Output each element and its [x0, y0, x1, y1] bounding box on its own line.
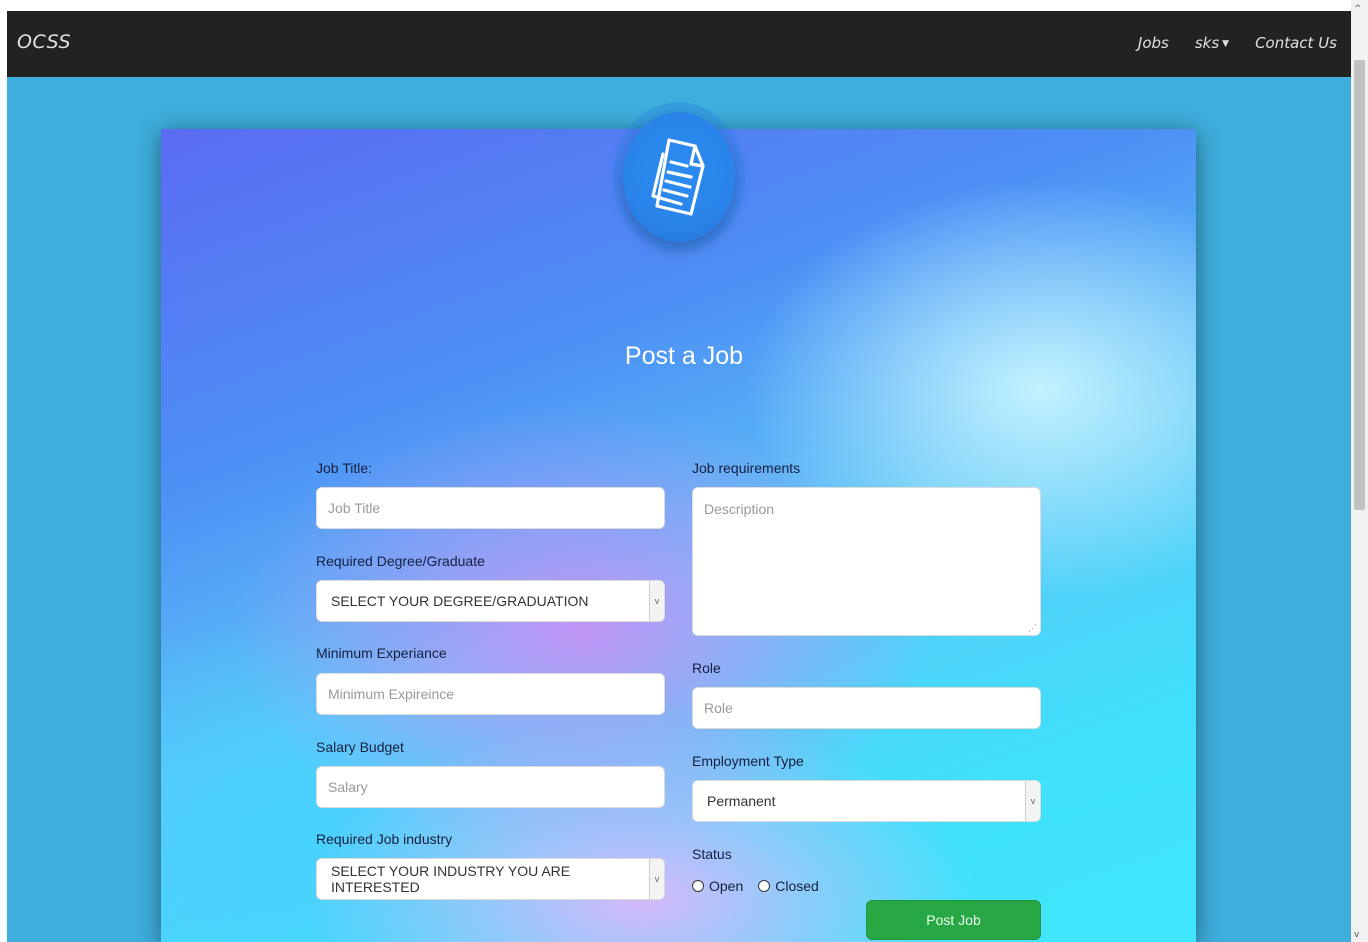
- page-scrollbar[interactable]: ^ v: [1351, 0, 1368, 942]
- chevron-down-icon: v: [1025, 781, 1040, 821]
- industry-label: Required Job industry: [316, 831, 453, 847]
- radio-closed-label: Closed: [775, 878, 819, 894]
- job-title-input[interactable]: Job Title: [316, 487, 665, 529]
- role-label: Role: [692, 660, 721, 676]
- nav-links: Jobs sks ▼ Contact Us: [1138, 34, 1337, 52]
- resize-grip-icon[interactable]: ⋰: [1028, 623, 1037, 634]
- degree-label: Required Degree/Graduate: [316, 553, 485, 569]
- radio-open[interactable]: [692, 880, 704, 892]
- requirements-label: Job requirements: [692, 460, 801, 476]
- window-top-strip: [0, 0, 1368, 11]
- caret-down-icon: ▼: [1222, 39, 1230, 49]
- experience-label: Minimum Experiance: [316, 645, 447, 661]
- document-icon: [623, 112, 735, 242]
- scroll-down-arrow-icon[interactable]: v: [1354, 930, 1359, 940]
- industry-selected-value: SELECT YOUR INDUSTRY YOU ARE INTERESTED: [331, 863, 571, 895]
- nav-user-dropdown[interactable]: sks ▼: [1195, 34, 1229, 52]
- employment-type-label: Employment Type: [692, 753, 804, 769]
- requirements-textarea[interactable]: Description ⋰: [692, 487, 1041, 636]
- nav-user-label: sks: [1194, 34, 1220, 52]
- status-option-open[interactable]: Open: [692, 878, 743, 894]
- salary-input[interactable]: Salary: [316, 766, 665, 808]
- role-input[interactable]: Role: [692, 687, 1041, 729]
- radio-closed[interactable]: [758, 880, 771, 892]
- status-option-closed[interactable]: Closed: [758, 878, 819, 894]
- scroll-thumb[interactable]: [1354, 60, 1365, 510]
- salary-label: Salary Budget: [316, 739, 404, 755]
- navbar: OCSS Jobs sks ▼ Contact Us: [7, 11, 1351, 77]
- status-radio-group: Open Closed: [692, 878, 829, 894]
- radio-open-label: Open: [709, 878, 744, 894]
- nav-link-jobs[interactable]: Jobs: [1138, 34, 1169, 52]
- degree-selected-value: SELECT YOUR DEGREE/GRADUATION: [331, 593, 589, 609]
- brand-logo[interactable]: OCSS: [17, 31, 71, 53]
- nav-link-contact[interactable]: Contact Us: [1255, 34, 1337, 52]
- experience-input[interactable]: Minimum Expireince: [316, 673, 665, 715]
- requirements-placeholder: Description: [704, 501, 775, 517]
- employment-type-select[interactable]: Permanent v: [692, 780, 1041, 822]
- post-job-button[interactable]: Post Job: [866, 900, 1041, 940]
- degree-select[interactable]: SELECT YOUR DEGREE/GRADUATION v: [316, 580, 665, 622]
- employment-type-selected-value: Permanent: [707, 793, 776, 809]
- job-title-label: Job Title:: [316, 460, 373, 476]
- industry-select[interactable]: SELECT YOUR INDUSTRY YOU ARE INTERESTED …: [316, 858, 665, 900]
- chevron-down-icon: v: [649, 581, 664, 621]
- scroll-up-arrow-icon[interactable]: ^: [1354, 4, 1362, 14]
- chevron-down-icon: v: [649, 859, 664, 899]
- status-label: Status: [692, 846, 732, 862]
- form-title: Post a Job: [624, 342, 744, 370]
